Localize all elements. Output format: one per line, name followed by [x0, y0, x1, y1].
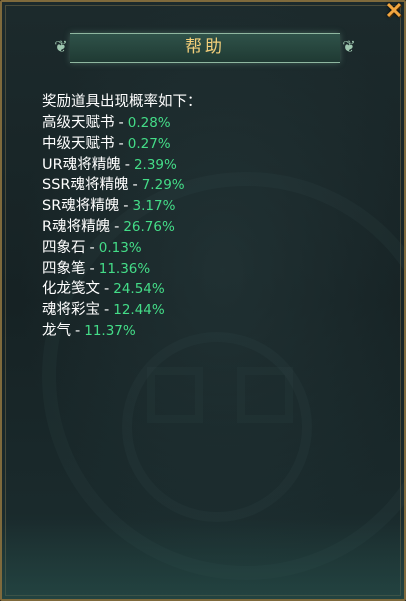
- separator: -: [118, 115, 124, 131]
- background-ornament: [237, 367, 293, 423]
- title-right-ornament-icon: ❦: [342, 37, 356, 56]
- background-ornament: [122, 332, 312, 522]
- bottom-glow: [2, 519, 404, 599]
- separator: -: [104, 281, 110, 298]
- separator: -: [104, 302, 110, 319]
- item-rate: 7.29%: [141, 177, 185, 194]
- item-name: UR魂将精魄: [42, 156, 121, 173]
- item-rate: 11.36%: [98, 260, 151, 277]
- item-name: 龙气: [42, 322, 71, 339]
- rate-row: SR魂将精魄 -3.17%: [42, 196, 372, 217]
- separator: -: [124, 156, 130, 173]
- rate-rows: 高级天赋书 -0.28% 中级天赋书 -0.27% UR魂将精魄 -2.39% SSR魂将精…: [42, 113, 372, 342]
- item-name: 四象笔: [42, 260, 86, 277]
- rate-row: 四象石 -0.13%: [42, 238, 372, 259]
- help-dialog: ❦ ❦ 帮助 奖励道具出现概率如下： 高级天赋书 -0.28% 中级天赋书 -0.27…: [0, 0, 406, 601]
- separator: -: [123, 198, 129, 215]
- rate-row: 高级天赋书 -0.28%: [42, 113, 372, 134]
- item-rate: 3.17%: [132, 198, 176, 215]
- item-name: SSR魂将精魄: [42, 177, 129, 194]
- rate-row: SSR魂将精魄 -7.29%: [42, 175, 372, 196]
- close-x-icon[interactable]: ✕: [382, 0, 406, 24]
- item-name: SR魂将精魄: [42, 198, 120, 215]
- dialog-title: 帮助: [185, 37, 225, 57]
- rate-row: 化龙笺文 -24.54%: [42, 279, 372, 300]
- rate-list-heading: 奖励道具出现概率如下：: [42, 94, 202, 110]
- item-rate: 24.54%: [113, 281, 165, 298]
- item-rate: 26.76%: [123, 218, 175, 235]
- rate-row: 魂将彩宝 -12.44%: [42, 300, 372, 321]
- item-name: 四象石: [42, 239, 86, 256]
- rate-row: 四象笔 -11.36%: [42, 259, 372, 280]
- item-rate: 0.27%: [127, 135, 171, 152]
- rate-list: 奖励道具出现概率如下： 高级天赋书 -0.28% 中级天赋书 -0.27% UR魂将精魄…: [42, 92, 372, 342]
- rate-row: 中级天赋书 -0.27%: [42, 134, 372, 155]
- separator: -: [114, 218, 120, 235]
- separator: -: [132, 177, 138, 194]
- item-name: R魂将精魄: [42, 218, 111, 235]
- rate-row: 龙气 -11.37%: [42, 321, 372, 342]
- item-name: 高级天赋书: [42, 115, 115, 131]
- item-name: 魂将彩宝: [42, 302, 100, 319]
- item-rate: 0.13%: [98, 239, 142, 256]
- item-name: 化龙笺文: [42, 281, 100, 298]
- item-rate: 11.37%: [84, 322, 136, 339]
- item-name: 中级天赋书: [42, 135, 115, 152]
- background-ornament: [147, 367, 203, 423]
- separator: -: [75, 322, 81, 339]
- item-rate: 2.39%: [133, 156, 177, 173]
- separator: -: [89, 239, 95, 256]
- item-rate: 0.28%: [127, 115, 171, 131]
- separator: -: [118, 135, 124, 152]
- item-rate: 12.44%: [113, 302, 165, 319]
- title-left-ornament-icon: ❦: [54, 37, 68, 56]
- rate-row: UR魂将精魄 -2.39%: [42, 155, 372, 176]
- separator: -: [89, 260, 95, 277]
- rate-row: R魂将精魄 -26.76%: [42, 217, 372, 238]
